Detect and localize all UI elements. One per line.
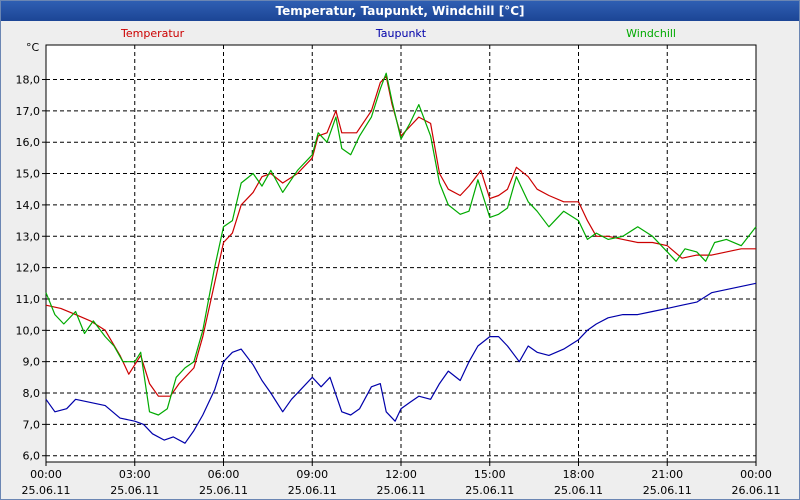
y-tick-label: 14,0	[16, 199, 41, 212]
y-tick-label: 10,0	[16, 324, 41, 337]
x-tick-date-label: 25.06.11	[377, 484, 426, 497]
y-tick-label: 18,0	[16, 73, 41, 86]
x-tick-date-label: 25.06.11	[288, 484, 337, 497]
legend-label-temperatur: Temperatur	[120, 27, 185, 40]
line-chart: 6,0 7,0 8,0 9,0 10,0 11,0 12,0 13,0 14,0 15,0 16,0…	[16, 27, 781, 497]
y-tick-label: 16,0	[16, 136, 41, 149]
x-tick-time-label: 12:00	[385, 468, 417, 481]
x-tick-date-label: 25.06.11	[199, 484, 248, 497]
x-tick-time-label: 06:00	[208, 468, 240, 481]
y-tick-label: 17,0	[16, 105, 41, 118]
plot-area	[45, 44, 757, 463]
x-tick-time-label: 00:00	[30, 468, 62, 481]
x-axis-ticks: 00:00 25.06.11 03:00 25.06.11 06:00 25.06.11 0…	[22, 462, 781, 497]
y-axis-unit: °C	[26, 41, 40, 54]
x-tick-time-label: 09:00	[296, 468, 328, 481]
y-tick-label: 6,0	[23, 450, 41, 463]
x-tick-time-label: 15:00	[474, 468, 506, 481]
x-tick-date-label: 25.06.11	[643, 484, 692, 497]
y-tick-label: 7,0	[23, 418, 41, 431]
legend-label-taupunkt: Taupunkt	[375, 27, 427, 40]
y-tick-label: 11,0	[16, 293, 41, 306]
y-tick-label: 8,0	[23, 387, 41, 400]
x-tick-date-label: 25.06.11	[22, 484, 71, 497]
legend: Temperatur Taupunkt Windchill	[120, 27, 676, 40]
x-tick-date-label: 26.06.11	[732, 484, 781, 497]
x-tick-time-label: 00:00	[740, 468, 772, 481]
x-tick-time-label: 03:00	[119, 468, 151, 481]
y-tick-label: 15,0	[16, 168, 41, 181]
x-tick-date-label: 25.06.11	[110, 484, 159, 497]
y-axis-ticks: 6,0 7,0 8,0 9,0 10,0 11,0 12,0 13,0 14,0 15,0 16,0…	[16, 73, 46, 463]
x-tick-date-label: 25.06.11	[554, 484, 603, 497]
y-tick-label: 12,0	[16, 262, 41, 275]
x-tick-time-label: 18:00	[563, 468, 595, 481]
x-tick-time-label: 21:00	[651, 468, 683, 481]
x-tick-date-label: 25.06.11	[465, 484, 514, 497]
legend-label-windchill: Windchill	[626, 27, 676, 40]
y-tick-label: 13,0	[16, 230, 41, 243]
chart-window: Temperatur, Taupunkt, Windchill [°C] 6,0…	[0, 0, 800, 500]
window-title: Temperatur, Taupunkt, Windchill [°C]	[1, 1, 799, 21]
y-tick-label: 9,0	[23, 356, 41, 369]
